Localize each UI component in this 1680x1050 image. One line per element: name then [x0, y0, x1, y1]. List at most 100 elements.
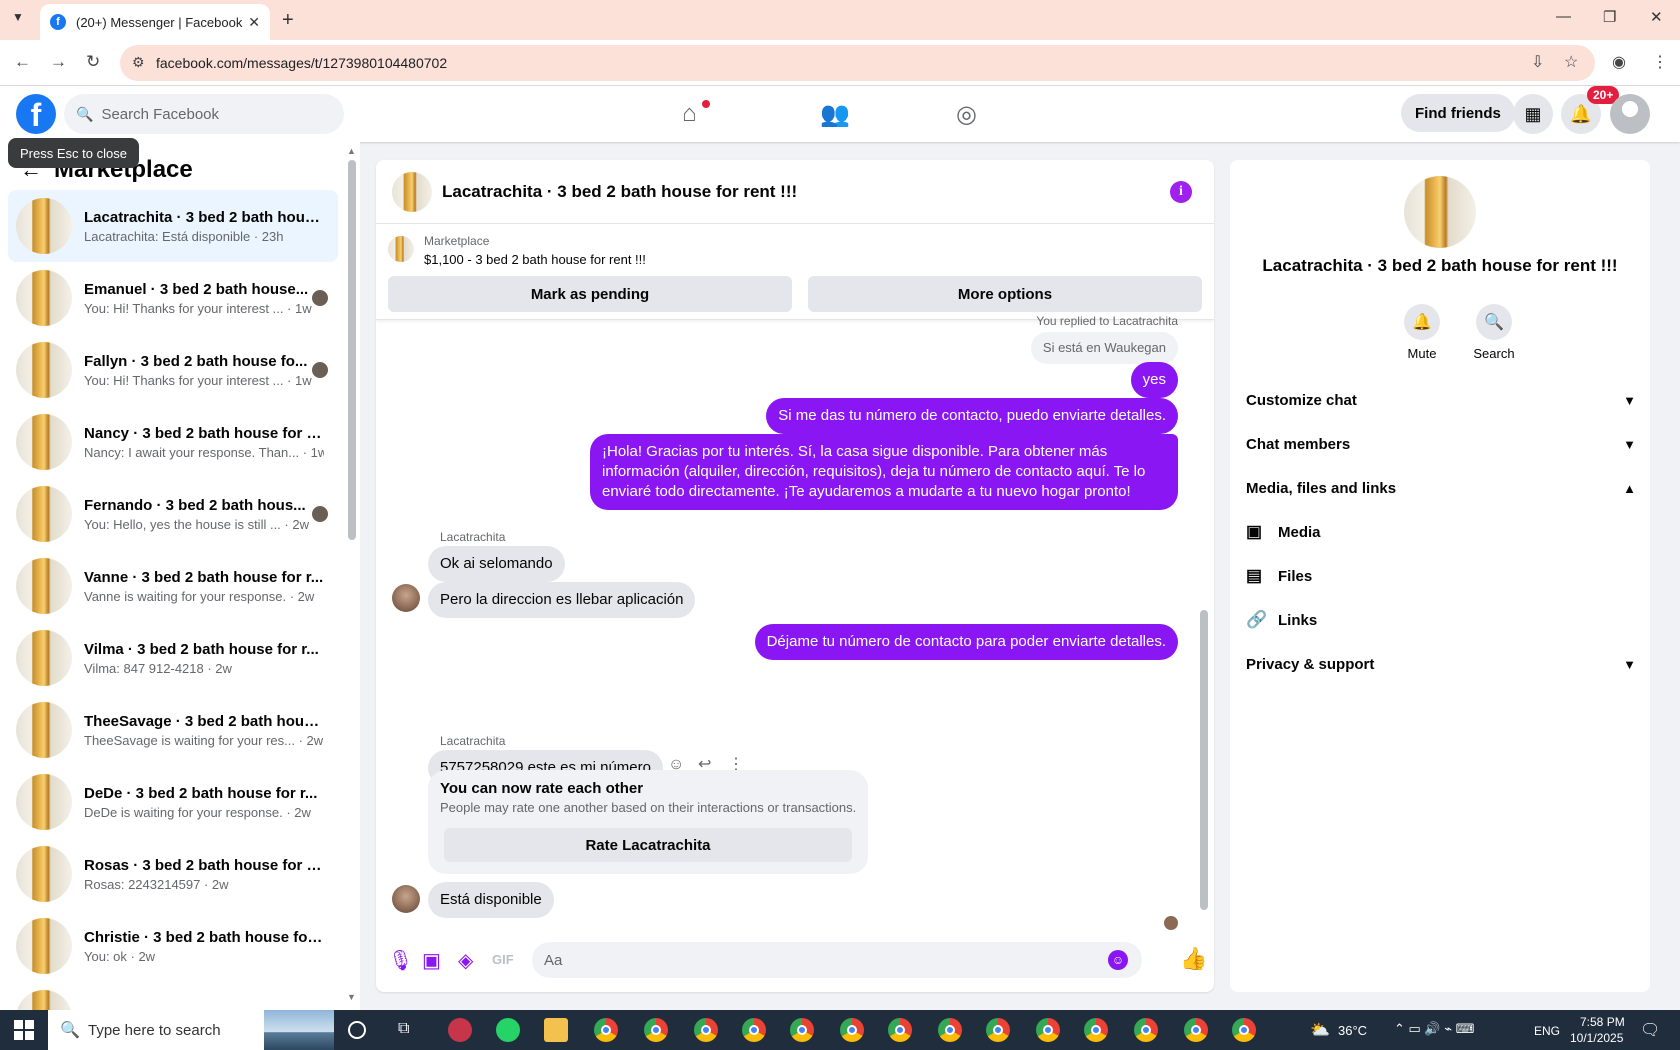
language[interactable]: ENG [1534, 1024, 1560, 1038]
minimize-icon[interactable]: — [1556, 8, 1571, 25]
links-item[interactable]: 🔗 Links [1246, 600, 1636, 640]
chrome-icon[interactable] [840, 1018, 864, 1042]
chrome-icon[interactable] [1084, 1018, 1108, 1042]
close-window-icon[interactable]: ✕ [1650, 8, 1663, 26]
chrome-icon[interactable] [1184, 1018, 1208, 1042]
app-icon[interactable] [448, 1018, 472, 1042]
media-files-links-item[interactable]: Media, files and links ▲ [1246, 468, 1636, 508]
cortana-icon[interactable] [348, 1021, 366, 1039]
conversation-item[interactable]: Rob · 3 bed 2 bath house for ren... [8, 982, 338, 1010]
scroll-down-icon[interactable]: ▼ [347, 992, 356, 1002]
listing-price-title[interactable]: $1,100 - 3 bed 2 bath house for rent !!! [424, 252, 646, 267]
sender-avatar[interactable] [392, 584, 420, 612]
chat-members-item[interactable]: Chat members ▼ [1246, 424, 1636, 464]
customize-chat-item[interactable]: Customize chat ▼ [1246, 380, 1636, 420]
weather-icon[interactable]: ⛅ [1310, 1020, 1330, 1040]
chrome-icon[interactable] [594, 1018, 618, 1042]
restore-icon[interactable]: ❐ [1603, 8, 1616, 26]
reload-icon[interactable]: ↻ [86, 52, 100, 72]
message-in[interactable]: Está disponible [428, 882, 554, 918]
message-out[interactable]: Si me das tu número de contacto, puedo e… [766, 398, 1178, 434]
conversation-item[interactable]: Fernando · 3 bed 2 bath hous... You: Hell… [8, 478, 338, 550]
media-item[interactable]: ▣ Media [1246, 512, 1636, 552]
new-tab-icon[interactable]: + [282, 9, 294, 32]
chrome-icon[interactable] [888, 1018, 912, 1042]
chrome-icon[interactable] [1036, 1018, 1060, 1042]
account-avatar[interactable] [1610, 94, 1650, 134]
info-icon[interactable]: i [1170, 181, 1192, 203]
menu-kebab-icon[interactable]: ⋮ [1652, 52, 1668, 72]
tray-icons[interactable]: ⌃ ▭ 🔊 ⌁ ⌨ [1394, 1021, 1474, 1037]
conversation-item[interactable]: TheeSavage · 3 bed 2 bath hous... TheeSav… [8, 694, 338, 766]
mute-button[interactable]: 🔔 Mute [1382, 304, 1462, 361]
message-out[interactable]: yes [1130, 362, 1178, 398]
chat-title[interactable]: Lacatrachita · 3 bed 2 bath house for re… [442, 182, 797, 202]
quoted-message[interactable]: Si está en Waukegan [1030, 332, 1178, 364]
sidebar-scrollbar[interactable] [348, 160, 356, 540]
chrome-icon[interactable] [742, 1018, 766, 1042]
search-facebook-input[interactable]: 🔍 Search Facebook [64, 94, 344, 134]
whatsapp-icon[interactable] [496, 1018, 520, 1042]
install-icon[interactable]: ⇩ [1531, 52, 1544, 72]
listing-thumbnail[interactable] [392, 171, 432, 212]
message-input[interactable]: Aa ☺ [532, 942, 1142, 978]
gif-icon[interactable]: GIF [492, 952, 514, 967]
conversation-item[interactable]: Lacatrachita · 3 bed 2 bath hous... Lacat… [8, 190, 338, 262]
browser-tab[interactable]: f (20+) Messenger | Facebook ✕ [40, 4, 270, 40]
windows-start-icon[interactable] [14, 1020, 34, 1040]
message-out[interactable]: ¡Hola! Gracias por tu interés. Sí, la ca… [590, 434, 1178, 510]
conversation-item[interactable]: Fallyn · 3 bed 2 bath house fo... You: Hi… [8, 334, 338, 406]
conversation-item[interactable]: Vilma · 3 bed 2 bath house for r... Vilma… [8, 622, 338, 694]
more-options-button[interactable]: More options [808, 276, 1202, 312]
back-icon[interactable]: ← [14, 52, 31, 72]
files-item[interactable]: ▤ Files [1246, 556, 1636, 596]
bookmark-star-icon[interactable]: ☆ [1564, 52, 1578, 72]
listing-avatar[interactable] [1404, 176, 1476, 248]
taskbar-search-input[interactable]: 🔍 Type here to search [48, 1010, 334, 1050]
friends-icon[interactable]: 👥 [820, 100, 850, 129]
chrome-icon[interactable] [986, 1018, 1010, 1042]
conversation-item[interactable]: Christie · 3 bed 2 bath house for... You:… [8, 910, 338, 982]
sticker-icon[interactable]: ◈ [458, 948, 473, 973]
find-friends-button[interactable]: Find friends [1401, 94, 1515, 132]
conversation-item[interactable]: Vanne · 3 bed 2 bath house for r... Vanne… [8, 550, 338, 622]
conversation-item[interactable]: Nancy · 3 bed 2 bath house for r... Nancy… [8, 406, 338, 478]
profile-icon[interactable]: ◉ [1612, 52, 1626, 72]
conversation-item[interactable]: DeDe · 3 bed 2 bath house for r... DeDe i… [8, 766, 338, 838]
sender-avatar[interactable] [392, 885, 420, 913]
chrome-icon[interactable] [694, 1018, 718, 1042]
forward-icon[interactable]: → [50, 52, 67, 72]
chrome-icon[interactable] [644, 1018, 668, 1042]
temperature[interactable]: 36°C [1338, 1023, 1367, 1038]
groups-icon[interactable]: ◎ [956, 100, 977, 129]
conversation-item[interactable]: Emanuel · 3 bed 2 bath house... You: Hi! … [8, 262, 338, 334]
rate-button[interactable]: Rate Lacatrachita [444, 828, 852, 862]
chrome-icon[interactable] [1134, 1018, 1158, 1042]
thumbs-up-icon[interactable]: 👍 [1180, 946, 1207, 972]
conversation-item[interactable]: Rosas · 3 bed 2 bath house for r... Rosas… [8, 838, 338, 910]
chrome-icon[interactable] [938, 1018, 962, 1042]
message-out[interactable]: Déjame tu número de contacto para poder … [754, 624, 1178, 660]
file-explorer-icon[interactable] [544, 1018, 568, 1042]
url-field[interactable]: ⚙ facebook.com/messages/t/12739801044807… [120, 45, 1595, 81]
home-icon[interactable]: ⌂ [682, 100, 697, 128]
chrome-icon[interactable] [1232, 1018, 1256, 1042]
chat-scrollbar[interactable] [1200, 610, 1208, 910]
listing-small-thumbnail[interactable] [388, 236, 414, 262]
message-in[interactable]: Pero la direccion es llebar aplicación [428, 582, 696, 618]
notifications-icon[interactable]: 🗨 [1640, 1020, 1660, 1040]
microphone-icon[interactable]: 🎙 [388, 948, 413, 973]
site-info-icon[interactable]: ⚙ [132, 54, 145, 71]
emoji-icon[interactable]: ☺ [1108, 950, 1128, 970]
mark-as-pending-button[interactable]: Mark as pending [388, 276, 792, 312]
photo-icon[interactable]: ▣ [422, 948, 441, 973]
search-button[interactable]: 🔍 Search [1454, 304, 1534, 361]
menu-grid-icon[interactable]: ▦ [1513, 94, 1553, 134]
facebook-logo-icon[interactable]: f [16, 94, 56, 134]
tab-search-icon[interactable]: ▼ [12, 10, 24, 24]
privacy-support-item[interactable]: Privacy & support ▼ [1246, 644, 1636, 684]
clock-time[interactable]: 7:58 PM [1580, 1015, 1625, 1029]
task-view-icon[interactable]: ⧉ [398, 1020, 409, 1038]
clock-date[interactable]: 10/1/2025 [1570, 1031, 1623, 1045]
close-tab-icon[interactable]: ✕ [248, 14, 260, 31]
